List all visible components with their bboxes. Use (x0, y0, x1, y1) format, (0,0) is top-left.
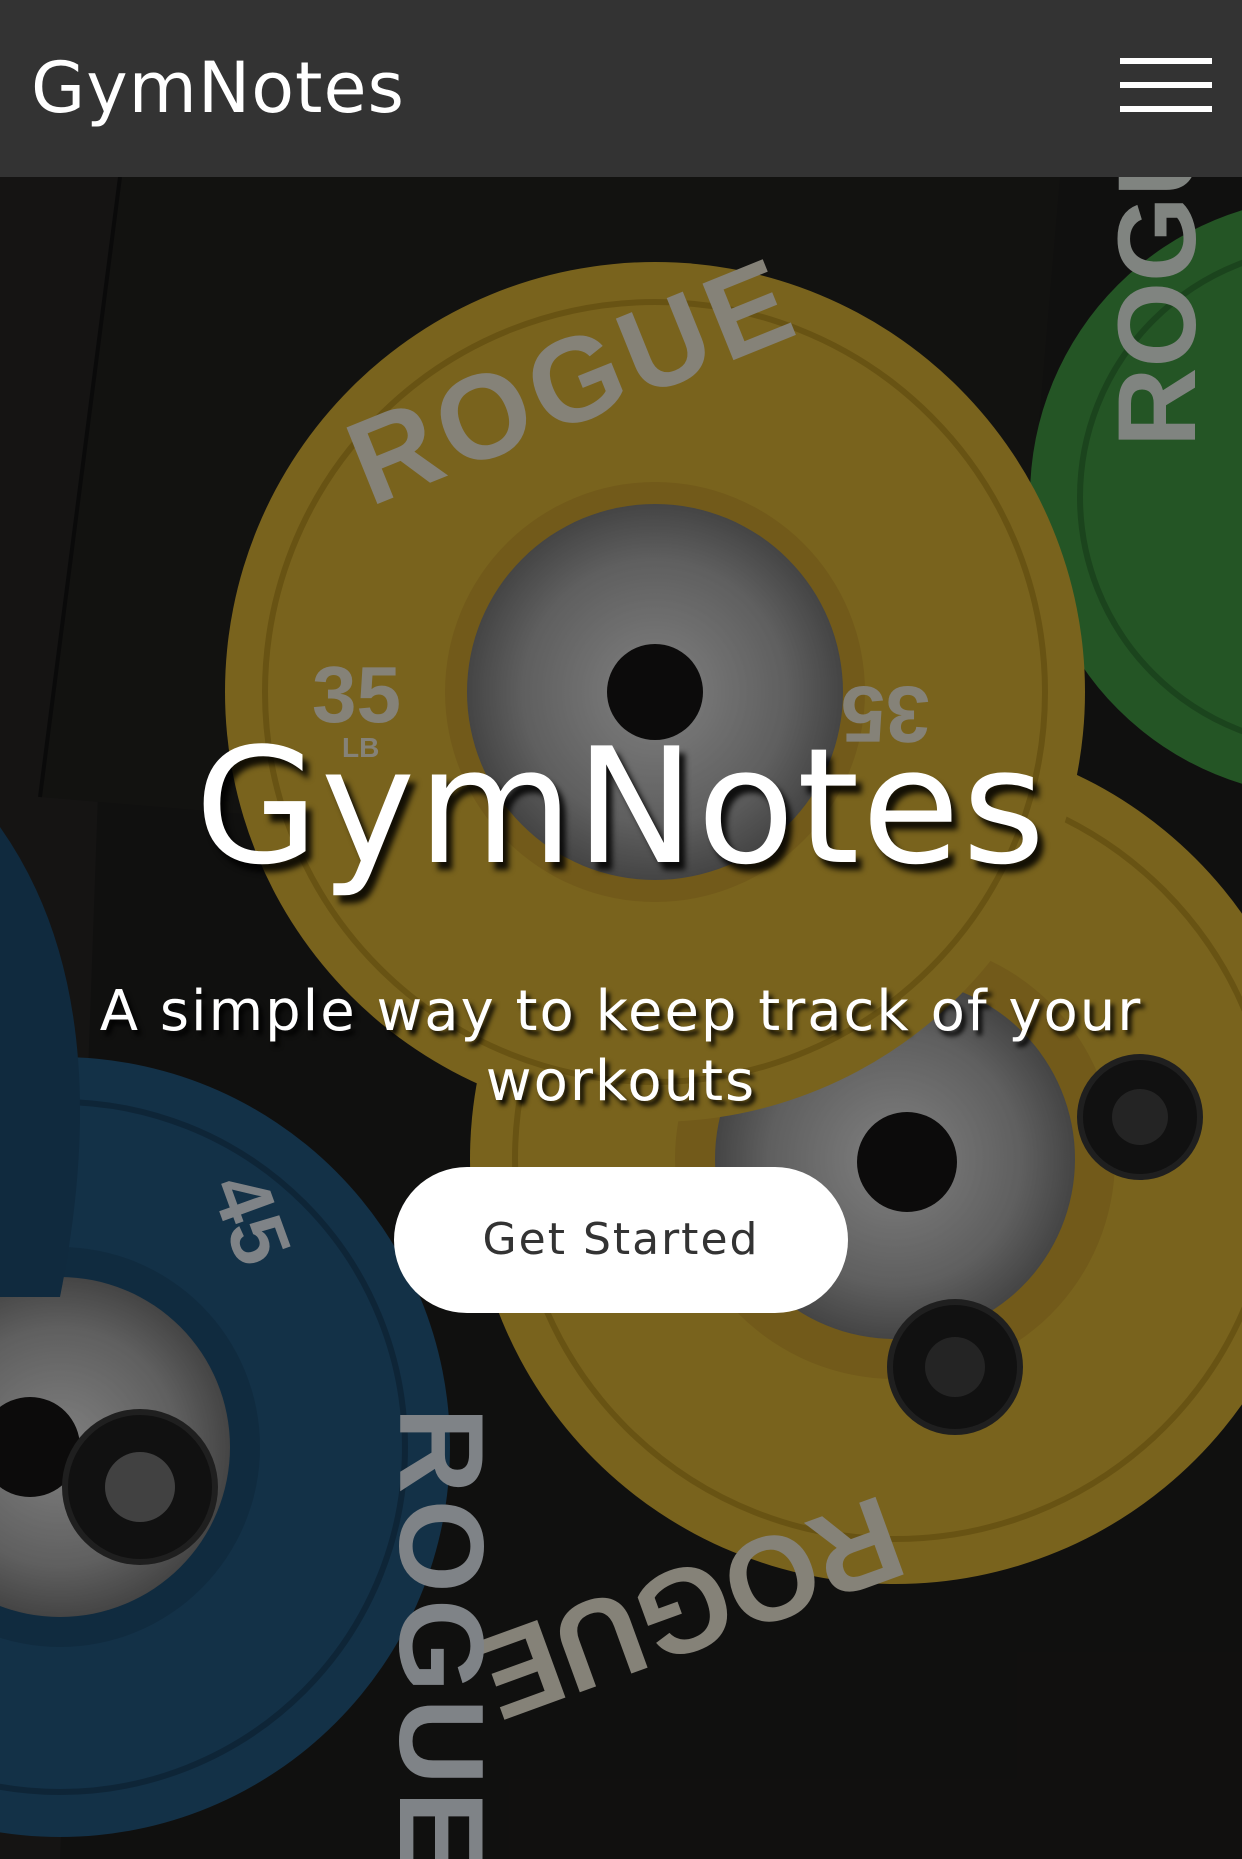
top-app-bar: GymNotes (0, 0, 1242, 177)
menu-bar-line (1120, 106, 1212, 112)
hero-section: ROGUE ROGUE ROGUE 35 LB 35 45 ROGUE GymN… (0, 177, 1242, 1859)
hero-content: GymNotes A simple way to keep track of y… (0, 717, 1242, 1313)
hero-title: GymNotes (194, 713, 1048, 900)
hero-subtitle: A simple way to keep track of your worko… (99, 979, 1143, 1114)
menu-bar-line (1120, 82, 1212, 88)
landing-page: GymNotes ROGUE ROGUE ROGUE 35 LB 35 45 R… (0, 0, 1242, 1859)
hamburger-menu-icon[interactable] (1120, 56, 1212, 116)
brand-logo-text[interactable]: GymNotes (31, 40, 405, 136)
menu-bar-line (1120, 58, 1212, 64)
get-started-button[interactable]: Get Started (394, 1167, 848, 1313)
